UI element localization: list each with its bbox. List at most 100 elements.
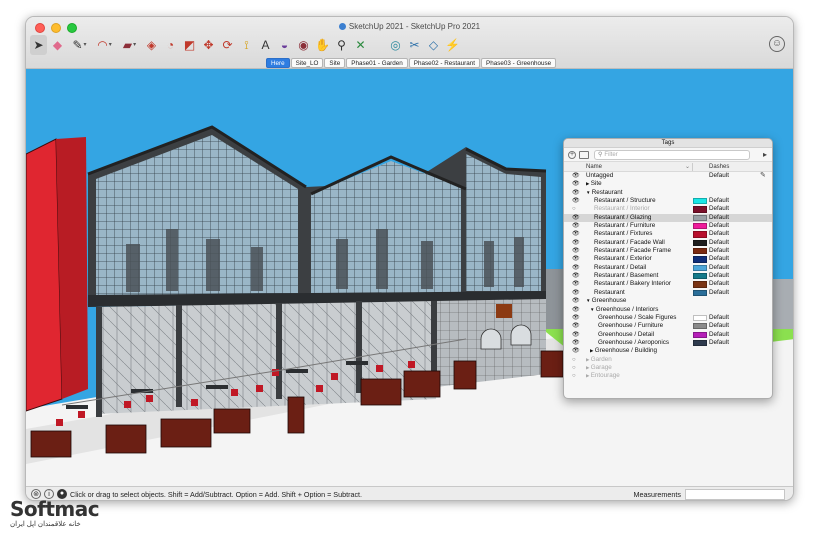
scene-tab[interactable]: Here [266,58,290,68]
add-tag-icon[interactable]: + [568,151,576,159]
tag-row[interactable]: 👁 Restaurant / Facade Wall Default [564,239,772,247]
tag-row[interactable]: 👁 Greenhouse / Furniture Default [564,322,772,330]
tag-row[interactable]: 👁 Restaurant / Bakery Interior Default [564,280,772,288]
tag-row[interactable]: 👁 ▶ Greenhouse / Building [564,347,772,355]
rotate-icon[interactable]: ⟳ [219,35,236,55]
move-icon[interactable]: ✥ [200,35,217,55]
eye-icon[interactable]: 👁 [572,280,580,288]
tag-dash-style[interactable]: Default [709,331,729,339]
tag-dash-style[interactable]: Default [709,247,729,255]
eye-icon[interactable]: 👁 [572,214,580,222]
eye-icon[interactable]: 👁 [572,347,580,355]
tag-dash-style[interactable]: Default [709,239,729,247]
measurements-input[interactable] [685,489,785,500]
tag-row[interactable]: 👁 Restaurant / Fixtures Default [564,230,772,238]
tag-color-swatch[interactable] [693,264,707,272]
eye-closed-icon[interactable]: ○ [572,372,576,380]
drawing-viewport[interactable]: Tags + ⚲ Filter ▸ Name ⌄ Dashes 👁 Untagged… [26,69,793,486]
tag-color-swatch[interactable] [693,273,707,280]
tag-color-swatch[interactable] [693,289,707,297]
zoom-extents-icon[interactable]: ✕ [352,35,369,55]
eye-icon[interactable]: 👁 [572,180,580,188]
tag-dash-style[interactable]: Default [709,172,729,180]
tag-dash-style[interactable]: Default [709,289,729,297]
tag-color-swatch[interactable] [693,223,707,230]
style-builder-icon[interactable]: ⚡ [444,35,461,55]
scale-icon[interactable]: ◩ [181,35,198,55]
scene-tab[interactable]: Phase03 - Greenhouse [481,58,557,68]
add-folder-icon[interactable] [579,151,589,159]
tag-color-swatch[interactable] [693,339,707,347]
orbit-icon[interactable]: ◉ [295,35,312,55]
eye-icon[interactable]: 👁 [572,322,580,330]
tag-row[interactable]: 👁 ▼ Restaurant [564,189,772,197]
eye-closed-icon[interactable]: ○ [572,356,576,364]
eye-icon[interactable]: 👁 [572,189,580,197]
extension-warehouse-icon[interactable]: ◎ [387,35,404,55]
paint-bucket-icon[interactable]: ◒ [276,35,293,55]
3d-warehouse-icon[interactable]: ✂ [406,35,423,55]
tag-color-swatch[interactable] [693,198,707,205]
eye-icon[interactable]: 👁 [572,247,580,255]
eye-icon[interactable]: 👁 [572,331,580,339]
tag-row[interactable]: 👁 Restaurant Default [564,289,772,297]
sort-chevron-icon[interactable]: ⌄ [685,162,690,172]
details-arrow-icon[interactable]: ▸ [763,150,767,160]
tag-dash-style[interactable]: Default [709,264,729,272]
eye-icon[interactable]: 👁 [572,272,580,280]
eye-icon[interactable]: 👁 [572,197,580,205]
eye-icon[interactable]: 👁 [572,264,580,272]
layout-icon[interactable]: ◇ [425,35,442,55]
tag-row[interactable]: 👁 Restaurant / Structure Default [564,197,772,205]
tag-dash-style[interactable]: Default [709,280,729,288]
scene-tab[interactable]: Site_LO [290,58,324,68]
scene-tab[interactable]: Site [324,58,346,68]
tag-color-swatch[interactable] [693,331,707,338]
tag-color-swatch[interactable] [693,231,707,238]
eye-icon[interactable]: 👁 [572,255,580,263]
tag-color-swatch[interactable] [693,248,707,255]
tag-row[interactable]: 👁 Greenhouse / Aeroponics Default [564,339,772,347]
tag-row[interactable]: 👁 Restaurant / Detail Default [564,264,772,272]
tag-row[interactable]: ○ Restaurant / Interior Default [564,205,772,213]
tag-row[interactable]: 👁 ▼ Greenhouse [564,297,772,305]
scene-tab[interactable]: Phase02 - Restaurant [408,58,481,68]
tag-row[interactable]: 👁 ▶ Site [564,180,772,188]
tag-row[interactable]: 👁 Restaurant / Basement Default [564,272,772,280]
name-column-header[interactable]: Name [586,162,602,172]
tag-dash-style[interactable]: Default [709,197,729,205]
tape-measure-icon[interactable]: ⟟ [238,35,255,55]
rectangle-icon[interactable]: ▰ [118,35,141,55]
eye-icon[interactable]: 👁 [572,222,580,230]
tag-row[interactable]: 👁 Restaurant / Exterior Default [564,255,772,263]
tag-dash-style[interactable]: Default [709,322,729,330]
pencil-line-icon[interactable]: ✎ [68,35,91,55]
tag-color-swatch[interactable] [693,323,707,330]
tag-dash-style[interactable]: Default [709,314,729,322]
pan-icon[interactable]: ✋ [314,35,331,55]
tag-row[interactable]: 👁 Greenhouse / Scale Figures Default [564,314,772,322]
tag-dash-style[interactable]: Default [709,222,729,230]
eye-icon[interactable]: 👁 [572,230,580,238]
tags-filter-input[interactable]: ⚲ Filter [594,150,750,160]
tag-dash-style[interactable]: Default [709,339,729,347]
eye-closed-icon[interactable]: ○ [572,205,576,213]
tag-row[interactable]: ○ ▶ Entourage [564,372,772,380]
tag-row[interactable]: 👁 Untagged Default ✎ [564,172,772,180]
push-pull-icon[interactable]: ◈ [143,35,160,55]
tag-row[interactable]: 👁 Greenhouse / Detail Default [564,331,772,339]
arc-icon[interactable]: ◠ [93,35,116,55]
eye-icon[interactable]: 👁 [572,239,580,247]
eye-icon[interactable]: 👁 [572,289,580,297]
tag-row[interactable]: 👁 Restaurant / Furniture Default [564,222,772,230]
tag-dash-style[interactable]: Default [709,214,729,222]
tag-row[interactable]: ○ ▶ Garden [564,356,772,364]
tag-dash-style[interactable]: Default [709,205,729,213]
tag-row[interactable]: 👁 ▼ Greenhouse / Interiors [564,306,772,314]
zoom-icon[interactable]: ⚲ [333,35,350,55]
tag-color-swatch[interactable] [693,239,707,247]
tag-dash-style[interactable]: Default [709,255,729,263]
tag-dash-style[interactable]: Default [709,272,729,280]
select-arrow-icon[interactable]: ➤ [30,35,47,55]
eye-closed-icon[interactable]: ○ [572,364,576,372]
